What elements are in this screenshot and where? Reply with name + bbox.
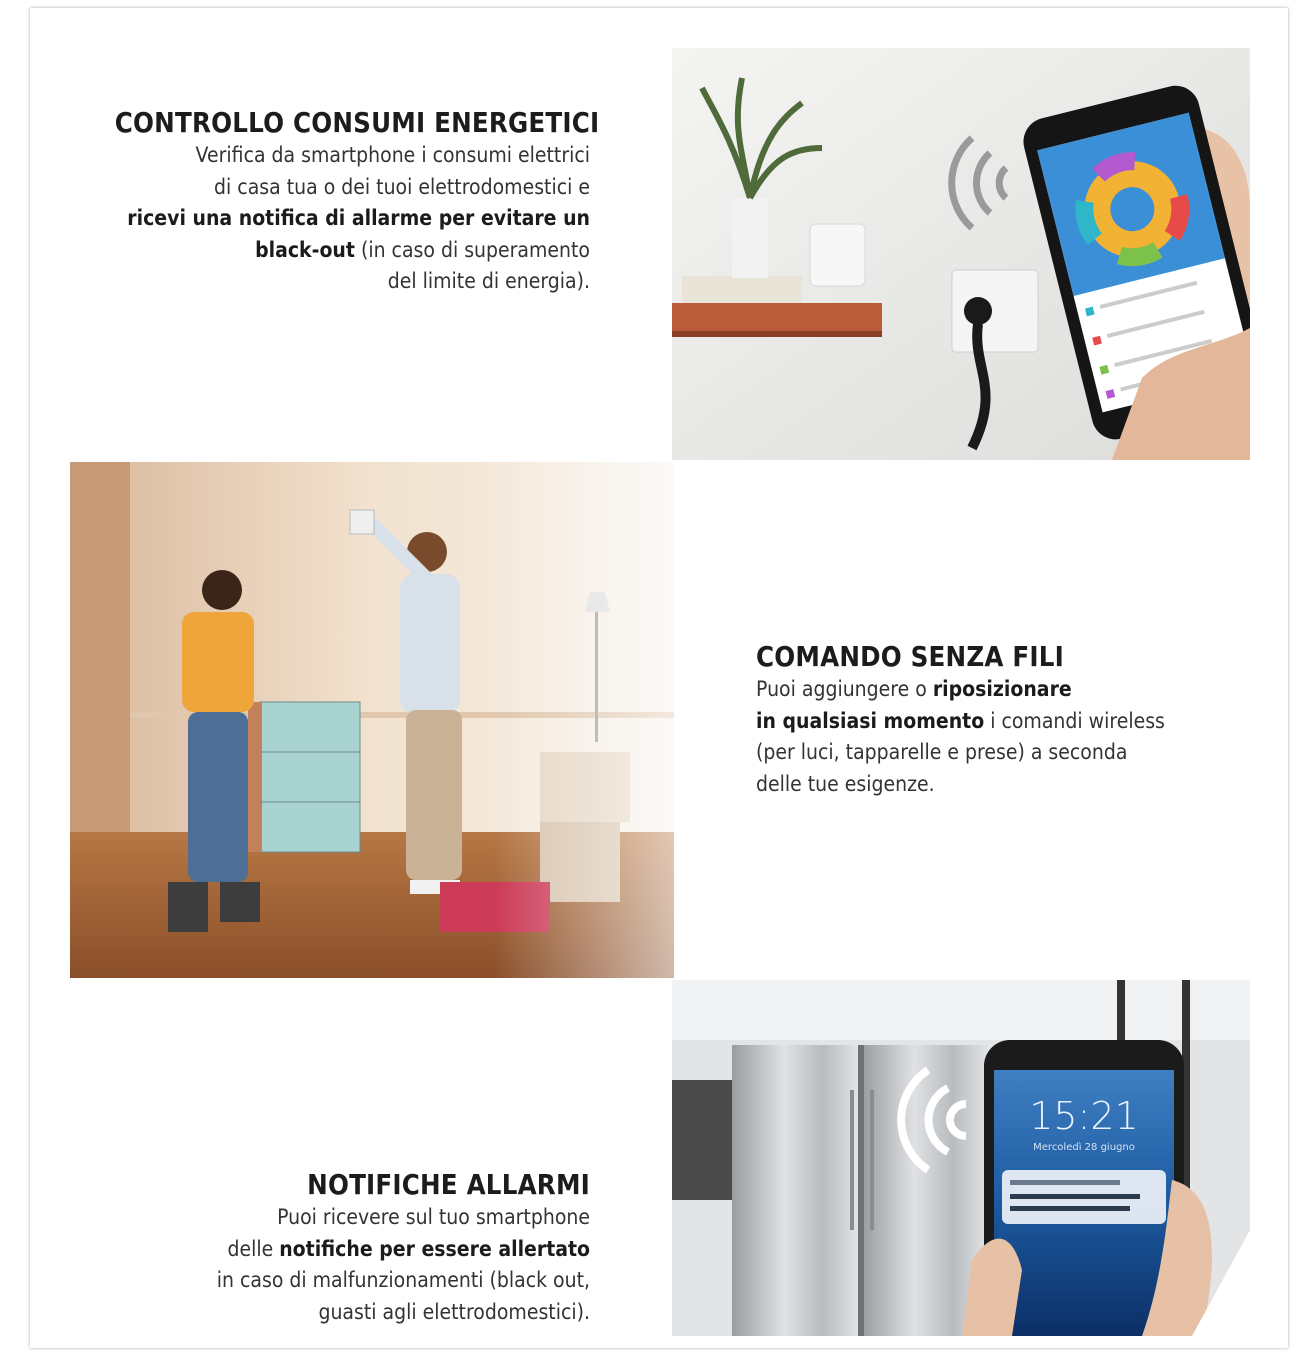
text-line: Puoi ricevere sul tuo smartphone bbox=[277, 1205, 590, 1229]
phone-clock-date: Mercoledì 28 giugno bbox=[1033, 1142, 1135, 1153]
text-line: di casa tua o dei tuoi elettrodomestici … bbox=[214, 174, 590, 199]
brochure-page: CONTROLLO CONSUMI ENERGETICI Verifica da… bbox=[30, 8, 1288, 1348]
text-line: (per luci, tapparelle e prese) a seconda bbox=[756, 740, 1128, 764]
section-title: CONTROLLO CONSUMI ENERGETICI bbox=[114, 106, 600, 139]
text-line: delle tue esigenze. bbox=[756, 771, 935, 796]
photo-fridge-phone: 15:21 Mercoledì 28 giugno bbox=[672, 980, 1250, 1336]
text-line: in qualsiasi momento i comandi wireless bbox=[756, 708, 1165, 733]
section-wireless-text: COMANDO SENZA FILI Puoi aggiungere o rip… bbox=[756, 640, 1276, 800]
section-title: COMANDO SENZA FILI bbox=[756, 640, 1064, 673]
photo-smart-socket bbox=[672, 48, 1250, 460]
text-line: in caso di malfunzionamenti (black out, bbox=[216, 1268, 590, 1292]
text-line: Puoi aggiungere o riposizionare bbox=[756, 677, 1072, 701]
phone-clock-time: 15:21 bbox=[1029, 1094, 1139, 1138]
text-line: ricevi una notifica di allarme per evita… bbox=[127, 206, 590, 230]
text-line: del limite di energia). bbox=[387, 269, 590, 293]
photo-couple-room bbox=[70, 462, 674, 978]
text-line: guasti agli elettrodomestici). bbox=[318, 1299, 590, 1324]
text-line: delle notifiche per essere allertato bbox=[227, 1236, 590, 1261]
section-title: NOTIFICHE ALLARMI bbox=[307, 1168, 590, 1201]
text-line: black-out (in caso di superamento bbox=[255, 237, 590, 262]
section-alarms-text: NOTIFICHE ALLARMI Puoi ricevere sul tuo … bbox=[70, 1168, 590, 1328]
section-energy-text: CONTROLLO CONSUMI ENERGETICI Verifica da… bbox=[50, 106, 600, 298]
text-line: Verifica da smartphone i consumi elettri… bbox=[195, 143, 590, 167]
